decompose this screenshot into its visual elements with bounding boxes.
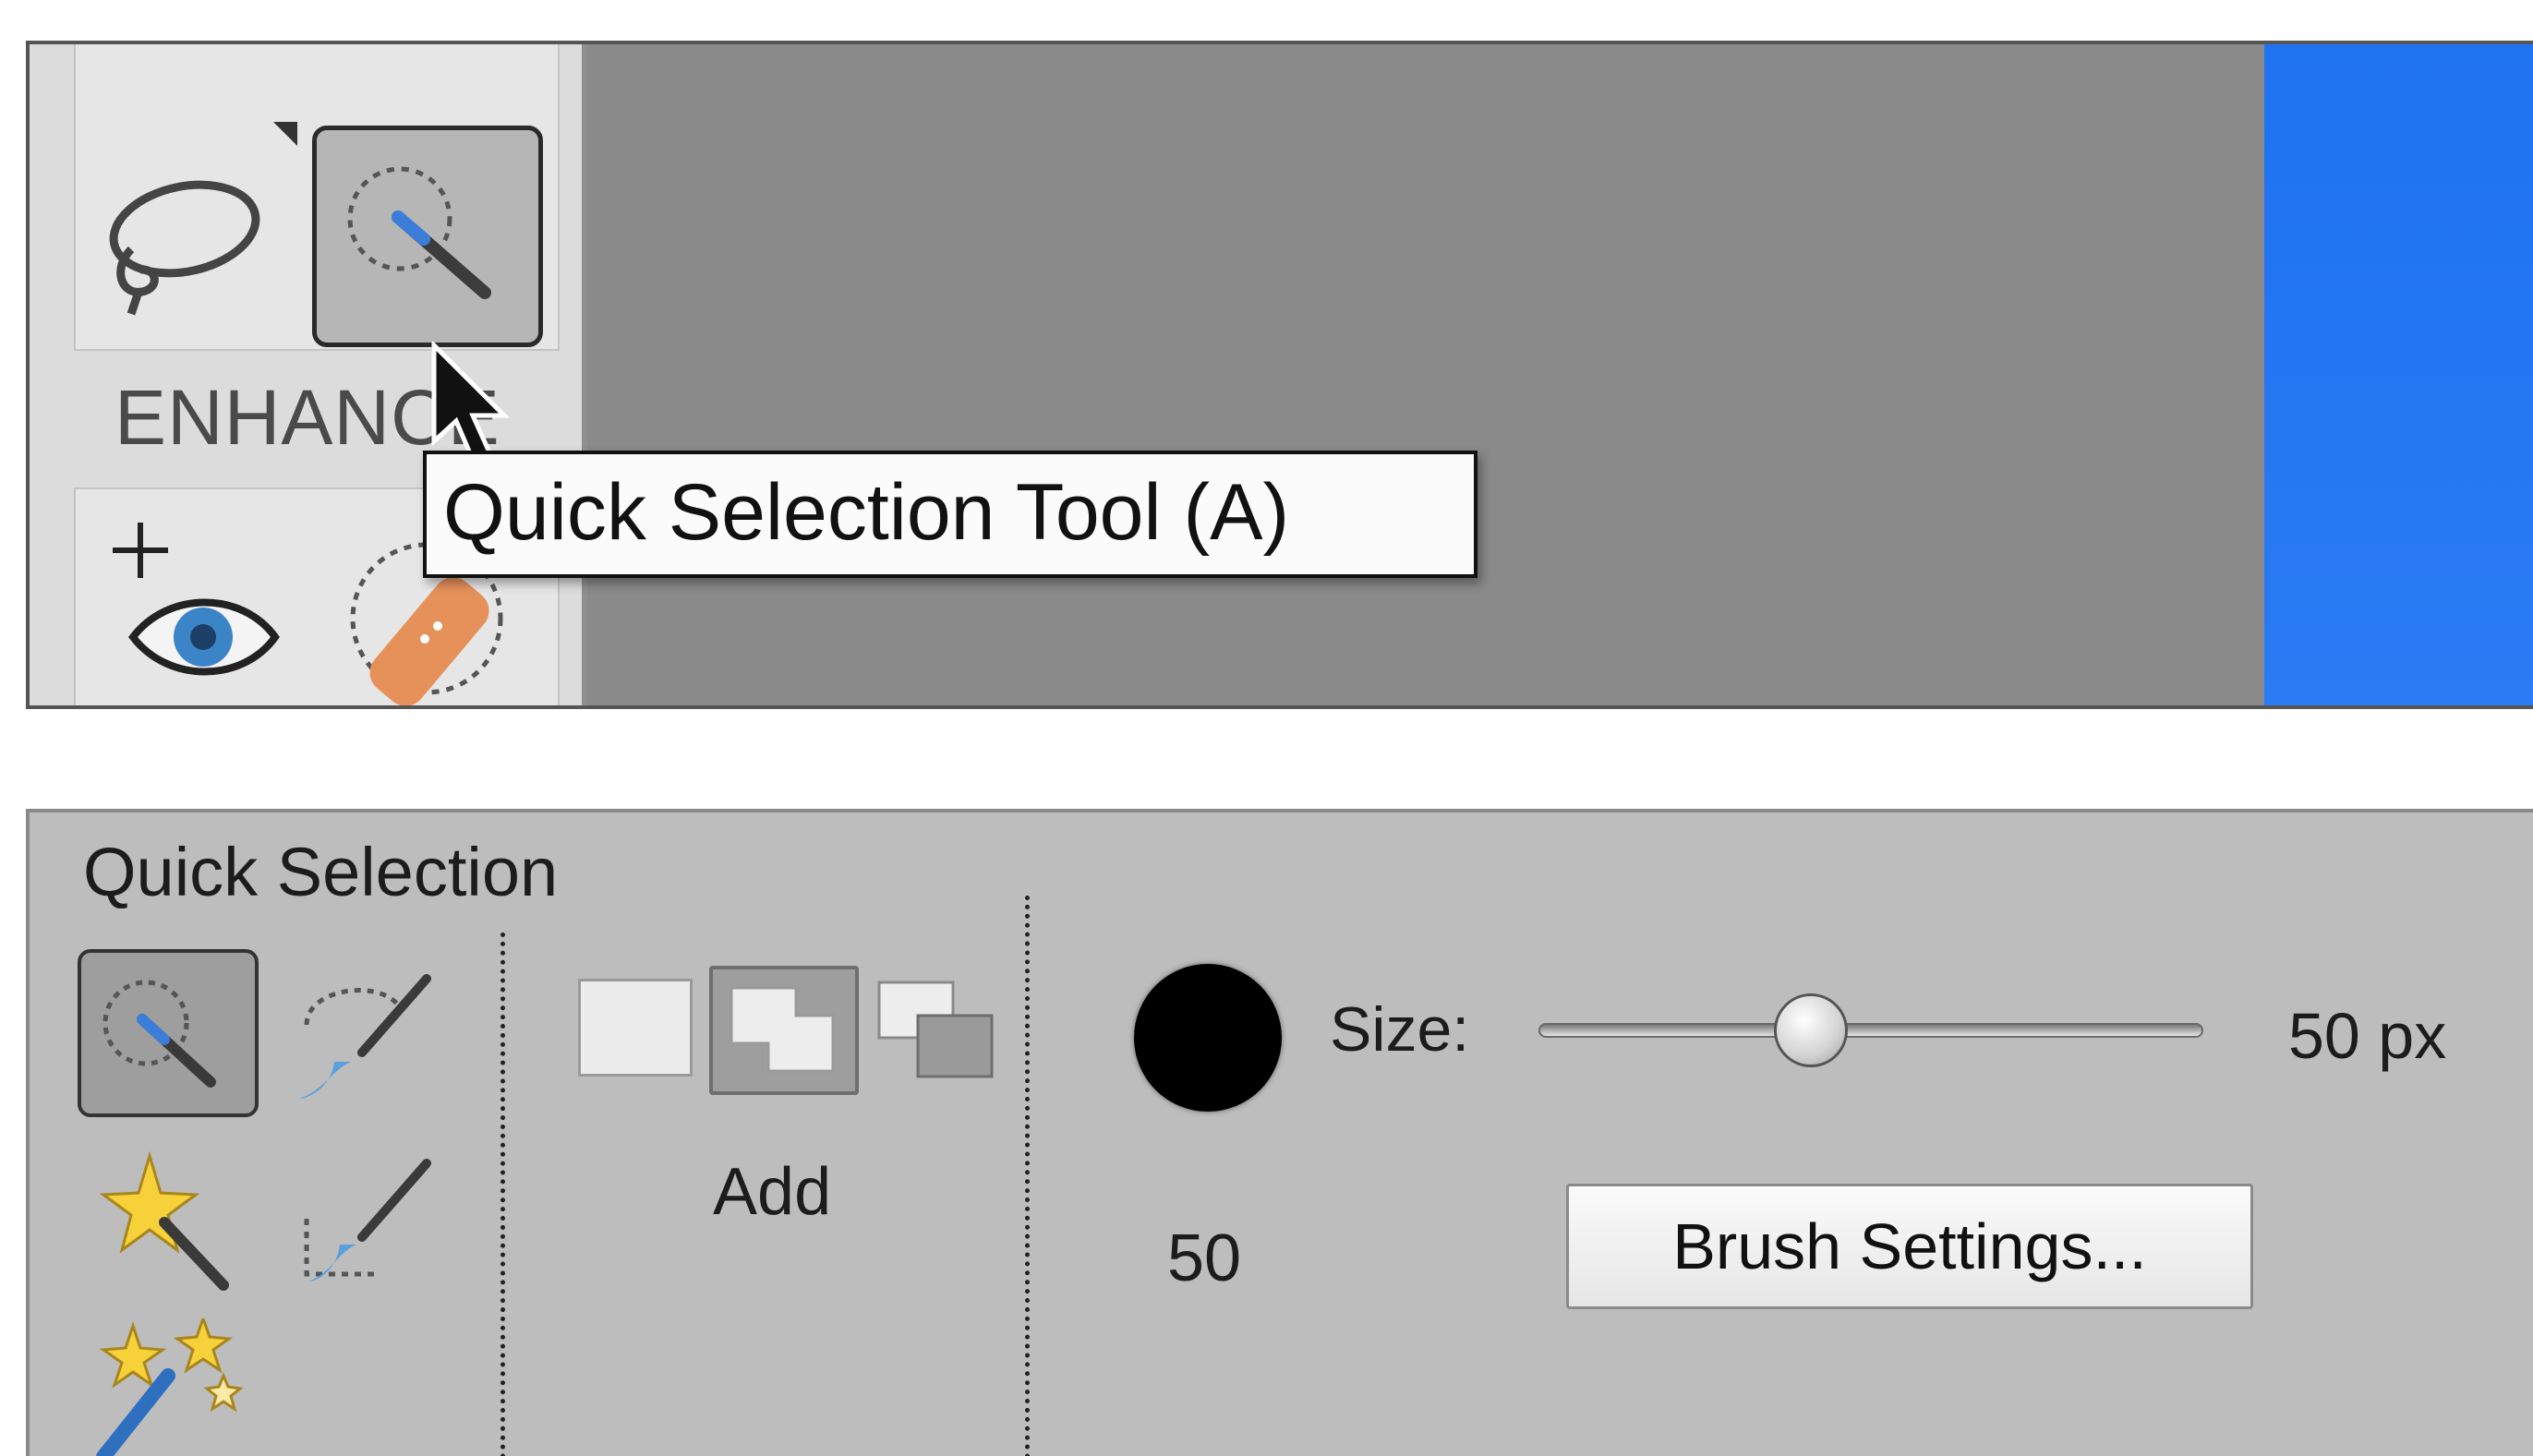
quick-selection-icon <box>347 166 491 299</box>
tool-options-panel: Quick Selection Add Size: 50 px 50 Brush… <box>26 809 2533 1456</box>
subtract-from-selection-button[interactable] <box>875 979 995 1080</box>
red-eye-icon <box>113 523 280 676</box>
quick-selection-icon <box>103 980 216 1088</box>
canvas-area[interactable] <box>587 44 2533 705</box>
workspace: ENHANCE Quick Selection Tool (A) <box>26 41 2533 709</box>
brush-size-number: 50 <box>1167 1221 1242 1295</box>
lasso-icon <box>109 180 260 316</box>
size-slider-thumb[interactable] <box>1774 993 1849 1067</box>
add-to-selection-button[interactable] <box>709 966 859 1095</box>
brush-preview[interactable] <box>1134 964 1282 1112</box>
selection-brush-option-button[interactable] <box>279 951 445 1117</box>
refine-selection-brush-icon <box>304 1159 431 1282</box>
auto-selection-option-button[interactable] <box>85 1314 270 1456</box>
panel-title: Quick Selection <box>83 834 559 910</box>
auto-selection-icon <box>96 1314 244 1456</box>
image-canvas[interactable] <box>2264 44 2533 705</box>
brush-settings-button[interactable]: Brush Settings... <box>1566 1184 2253 1309</box>
magic-wand-option-button[interactable] <box>85 1137 260 1313</box>
quick-selection-option-button[interactable] <box>78 949 259 1117</box>
tooltip: Quick Selection Tool (A) <box>423 451 1478 578</box>
flyout-triangle-icon <box>273 122 297 146</box>
selection-brush-icon <box>299 974 431 1099</box>
new-selection-button[interactable] <box>578 979 693 1077</box>
quick-selection-tool-button[interactable] <box>312 126 543 347</box>
red-eye-tool-button[interactable] <box>94 517 325 705</box>
lasso-tool-button[interactable] <box>76 120 307 342</box>
magic-wand-icon <box>99 1150 229 1291</box>
section-divider <box>501 933 505 1456</box>
section-divider <box>1025 896 1030 1456</box>
refine-selection-brush-option-button[interactable] <box>279 1145 445 1311</box>
size-slider-track[interactable] <box>1538 1023 2203 1038</box>
selection-mode-label: Add <box>713 1155 832 1229</box>
size-value: 50 px <box>2288 1000 2447 1072</box>
add-selection-icon <box>730 986 835 1073</box>
select-tool-group <box>74 44 560 351</box>
subtract-selection-icon <box>877 981 994 1078</box>
size-label: Size: <box>1330 994 1470 1065</box>
